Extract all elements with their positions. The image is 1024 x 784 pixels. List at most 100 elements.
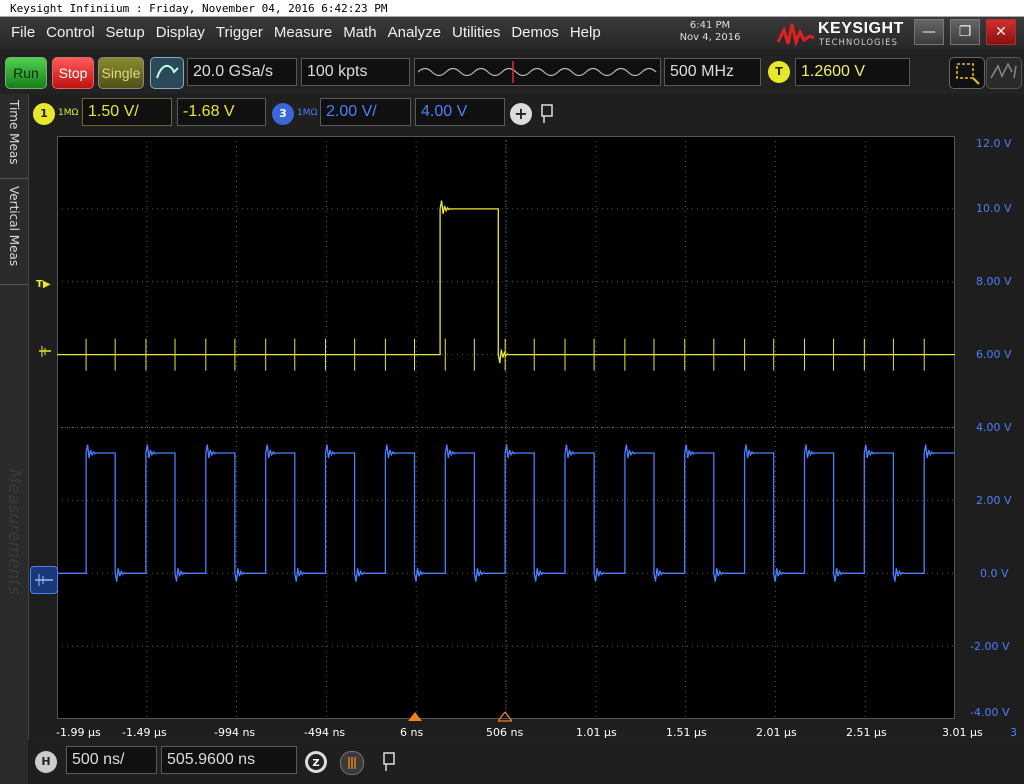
- ch1-offset-field[interactable]: -1.68 V: [177, 98, 266, 126]
- time-position-field[interactable]: 505.9600 ns: [161, 746, 297, 774]
- trigger-arrow-icon: ▶: [42, 279, 51, 290]
- brand-name: KEYSIGHT: [818, 20, 904, 37]
- tab-divider: [0, 178, 28, 179]
- menu-analyze[interactable]: Analyze: [388, 24, 441, 41]
- y-tick-label: 8.00 V: [976, 275, 1012, 288]
- clock-time: 6:41 PM: [689, 20, 731, 31]
- autoscale-icon: [156, 64, 179, 79]
- cursor-wave-icon: [990, 62, 1017, 79]
- x-tick-label: -1.49 µs: [122, 726, 167, 739]
- y-tick-label: -4.00 V: [970, 706, 1010, 719]
- menu-file[interactable]: File: [11, 24, 35, 41]
- menu-display[interactable]: Display: [156, 24, 205, 41]
- keysight-wave-icon: [776, 23, 815, 48]
- autoscale-button[interactable]: [150, 57, 184, 89]
- x-tick-label: 1.01 µs: [576, 726, 617, 739]
- horizontal-position-marker-icon[interactable]: [498, 712, 512, 722]
- sample-rate-field[interactable]: 20.0 GSa/s: [187, 58, 297, 86]
- pin-icon: [541, 104, 553, 123]
- x-tick-label: 2.01 µs: [756, 726, 797, 739]
- ch1-ground-marker[interactable]: [38, 343, 52, 359]
- single-button[interactable]: Single: [98, 57, 144, 89]
- keysight-logo: KEYSIGHT TECHNOLOGIES: [776, 20, 906, 48]
- bandwidth-field[interactable]: 500 MHz: [664, 58, 761, 86]
- menu-measure[interactable]: Measure: [274, 24, 332, 41]
- horizontal-badge[interactable]: H: [35, 751, 57, 773]
- ground-icon: [39, 346, 51, 357]
- horizontal-menu-button[interactable]: [340, 751, 364, 775]
- tab-divider: [0, 284, 28, 285]
- tab-measurements[interactable]: Measurements: [3, 469, 25, 639]
- ch3-impedance: 1MΩ: [297, 108, 318, 118]
- zoom-box-icon: [956, 63, 980, 85]
- y-tick-label: -2.00 V: [970, 640, 1010, 653]
- ch3-offset-field[interactable]: 4.00 V: [415, 98, 505, 126]
- ch3-badge[interactable]: 3: [272, 103, 294, 125]
- trigger-time-marker-icon[interactable]: [408, 712, 422, 722]
- acquisition-toolbar: Run Stop Single 20.0 GSa/s 100 kpts 500 …: [0, 50, 1024, 94]
- y-tick-label: 10.0 V: [976, 202, 1012, 215]
- overview-wave-icon: [417, 61, 657, 83]
- zoom-button[interactable]: Z: [305, 751, 327, 773]
- x-tick-label: -994 ns: [214, 726, 256, 739]
- waveform-display[interactable]: [57, 136, 955, 719]
- restore-button[interactable]: ❐: [950, 19, 980, 45]
- y-tick-label: 4.00 V: [976, 421, 1012, 434]
- pin-channel-button[interactable]: [536, 102, 558, 126]
- minimize-button[interactable]: —: [914, 19, 944, 45]
- ch1-scale-field[interactable]: 1.50 V/: [82, 98, 172, 126]
- waveform-graticule[interactable]: [57, 136, 955, 719]
- x-tick-label: 3.01 µs: [942, 726, 983, 739]
- x-tick-label: -494 ns: [304, 726, 346, 739]
- menu-help[interactable]: Help: [570, 24, 601, 41]
- y-tick-label: 6.00 V: [976, 348, 1012, 361]
- menu-setup[interactable]: Setup: [106, 24, 145, 41]
- menu-list: File Control Setup Display Trigger Measu…: [4, 24, 605, 41]
- trigger-marker-label: T: [36, 279, 43, 290]
- zoom-icon: Z: [308, 754, 324, 770]
- horizontal-bar: H 500 ns/ 505.9600 ns Z: [28, 740, 1024, 784]
- x-tick-label: 6 ns: [400, 726, 424, 739]
- side-tabs: Time Meas Vertical Meas Measurements: [0, 94, 29, 784]
- x-tick-suffix: 3: [1010, 726, 1017, 739]
- ch1-impedance: 1MΩ: [58, 108, 79, 118]
- y-tick-label: 0.0 V: [980, 567, 1009, 580]
- x-tick-label: 2.51 µs: [846, 726, 887, 739]
- hamburger-icon: [348, 757, 356, 769]
- y-tick-label: 2.00 V: [976, 494, 1012, 507]
- menu-trigger[interactable]: Trigger: [216, 24, 263, 41]
- memory-depth-field[interactable]: 100 kpts: [301, 58, 410, 86]
- ch3-ground-marker[interactable]: [30, 566, 58, 594]
- x-tick-label: 1.51 µs: [666, 726, 707, 739]
- y-tick-label: 12.0 V: [976, 137, 1012, 150]
- ch3-scale-field[interactable]: 2.00 V/: [320, 98, 411, 126]
- ch1-badge[interactable]: 1: [33, 103, 55, 125]
- cursor-tool-button[interactable]: [986, 57, 1022, 89]
- time-scale-field[interactable]: 500 ns/: [66, 746, 157, 774]
- pin-horizontal-button[interactable]: [378, 750, 400, 774]
- trigger-badge: T: [768, 61, 790, 83]
- trigger-level-marker[interactable]: T▶: [36, 279, 51, 290]
- trigger-level-field[interactable]: 1.2600 V: [795, 58, 910, 86]
- menu-math[interactable]: Math: [343, 24, 376, 41]
- clock-date: Nov 4, 2016: [679, 32, 741, 43]
- window-title: Keysight Infiniium : Friday, November 04…: [0, 0, 1024, 17]
- tab-time-meas[interactable]: Time Meas: [3, 100, 25, 180]
- menu-bar: File Control Setup Display Trigger Measu…: [0, 17, 1024, 50]
- zoom-select-button[interactable]: [949, 57, 985, 89]
- menu-utilities[interactable]: Utilities: [452, 24, 500, 41]
- run-button[interactable]: Run: [5, 57, 47, 89]
- add-channel-button[interactable]: +: [510, 103, 532, 125]
- tab-vertical-meas[interactable]: Vertical Meas: [3, 186, 25, 286]
- svg-text:Z: Z: [312, 758, 319, 769]
- menu-control[interactable]: Control: [46, 24, 94, 41]
- channel-bar: 1 1MΩ 1.50 V/ -1.68 V 3 1MΩ 2.00 V/ 4.00…: [28, 94, 1024, 134]
- ground-icon: [35, 574, 53, 586]
- close-button[interactable]: ✕: [986, 19, 1016, 45]
- menu-demos[interactable]: Demos: [511, 24, 559, 41]
- x-tick-label: 506 ns: [486, 726, 524, 739]
- stop-button[interactable]: Stop: [52, 57, 94, 89]
- waveform-overview[interactable]: [414, 58, 661, 86]
- x-tick-label: -1.99 µs: [56, 726, 101, 739]
- pin-icon: [383, 752, 395, 771]
